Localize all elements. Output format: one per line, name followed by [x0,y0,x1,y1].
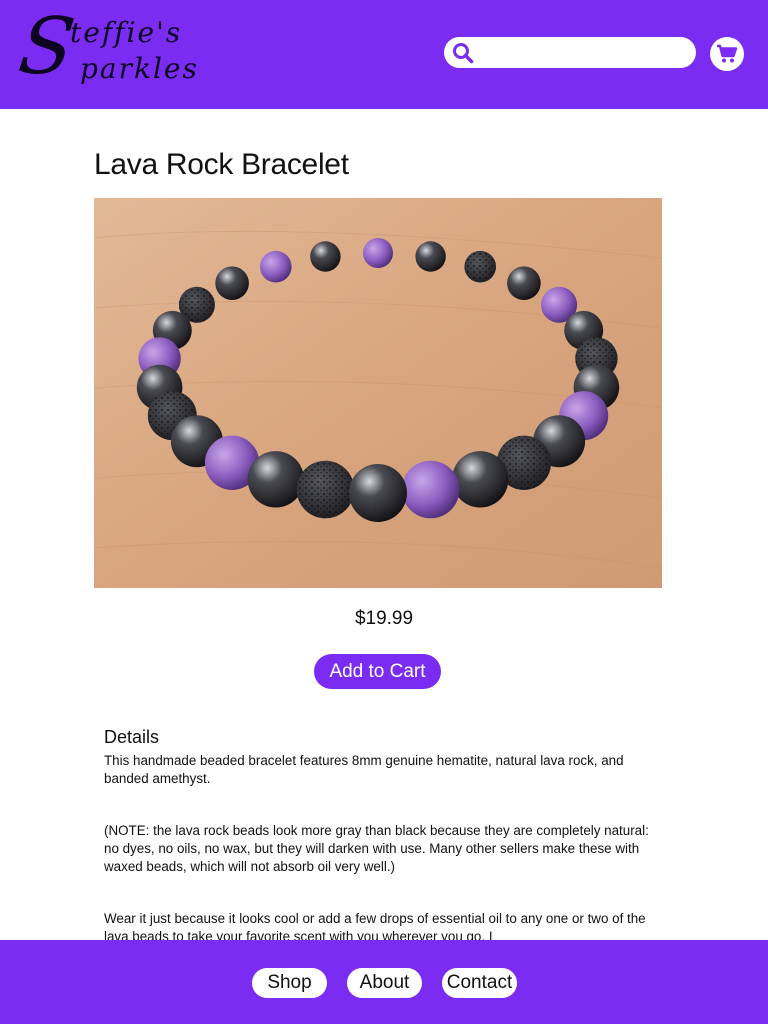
hematite-bead [310,241,341,272]
search-icon[interactable] [452,42,474,64]
lava-texture [296,460,355,519]
amethyst-bead [401,460,460,519]
hematite-bead [349,464,407,522]
site-header: S teffie's parkles [0,0,768,109]
hematite-bead [247,451,304,508]
hematite-bead [452,451,509,508]
logo[interactable]: S teffie's parkles [14,2,197,94]
details-heading: Details [104,727,160,747]
product-price: $19.99 [354,608,414,629]
cart-button[interactable] [710,37,744,71]
add-to-cart-button[interactable]: Add to Cart [314,654,441,689]
nav-shop[interactable]: Shop [252,968,327,998]
logo-text-line1: teffie's [70,16,183,49]
hematite-bead [215,266,249,300]
site-footer: Shop About Contact [0,940,768,1024]
product-image [94,198,662,588]
amethyst-bead [260,250,292,283]
logo-text-line2: parkles [80,52,199,85]
hematite-bead [415,241,446,272]
hematite-bead [507,266,541,300]
bracelet-photo [94,198,662,588]
details-paragraph: (NOTE: the lava rock beads look more gra… [104,823,649,874]
search-bar[interactable] [444,37,696,68]
search-input[interactable] [480,41,688,65]
nav-contact[interactable]: Contact [442,968,517,998]
lava-texture [464,250,497,283]
nav-about[interactable]: About [347,968,422,998]
cart-icon [717,44,738,63]
details-paragraph: This handmade beaded bracelet features 8… [104,753,624,786]
product-title: Lava Rock Bracelet [94,148,349,181]
amethyst-bead [363,238,393,268]
